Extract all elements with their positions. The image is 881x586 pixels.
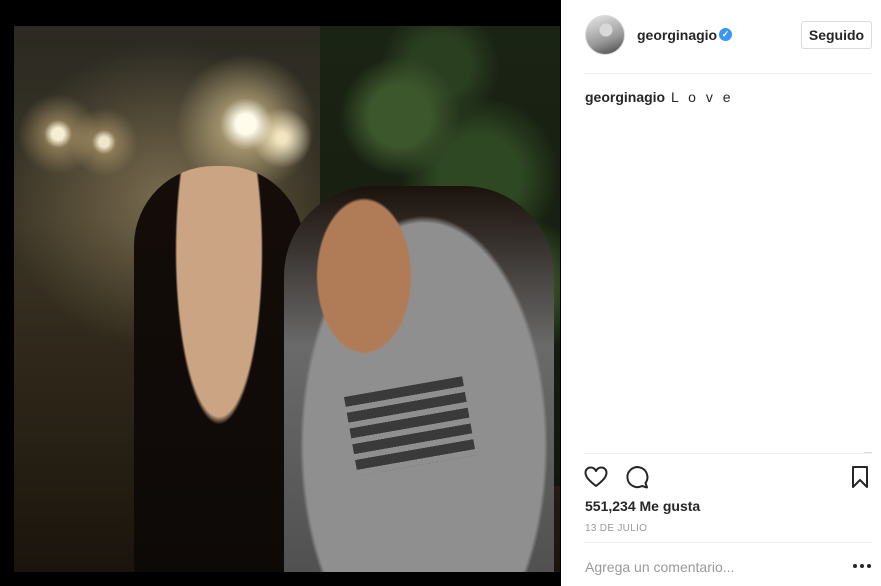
header-divider xyxy=(584,73,872,74)
actions-divider xyxy=(584,453,872,454)
comments-scrollbar[interactable] xyxy=(864,80,872,454)
more-dot xyxy=(853,564,857,568)
post-header: georginagio ✓ Seguido xyxy=(561,0,881,73)
header-username[interactable]: georginagio xyxy=(637,27,717,43)
comment-input[interactable] xyxy=(585,556,835,578)
post-date[interactable]: 13 DE JULIO xyxy=(585,523,647,534)
avatar[interactable] xyxy=(585,15,625,55)
comment-divider xyxy=(584,542,872,543)
caption-text: L o v e xyxy=(671,89,734,105)
post-photo[interactable] xyxy=(14,26,560,572)
bookmark-icon[interactable] xyxy=(849,465,871,489)
verified-badge-icon: ✓ xyxy=(719,28,732,41)
post-sidebar: georginagio ✓ Seguido georginagio L o v … xyxy=(561,0,881,586)
more-dot xyxy=(867,564,871,568)
photo-person-left xyxy=(134,166,304,572)
comment-bubble-icon[interactable] xyxy=(625,465,649,489)
post-caption: georginagio L o v e xyxy=(585,89,734,105)
photo-pane xyxy=(0,0,561,586)
photo-person-right xyxy=(284,186,554,572)
following-button[interactable]: Seguido xyxy=(801,21,872,49)
heart-icon[interactable] xyxy=(584,465,608,489)
likes-count[interactable]: 551,234 Me gusta xyxy=(585,498,700,514)
more-options-icon[interactable] xyxy=(853,561,871,571)
caption-username[interactable]: georginagio xyxy=(585,89,665,105)
more-dot xyxy=(860,564,864,568)
